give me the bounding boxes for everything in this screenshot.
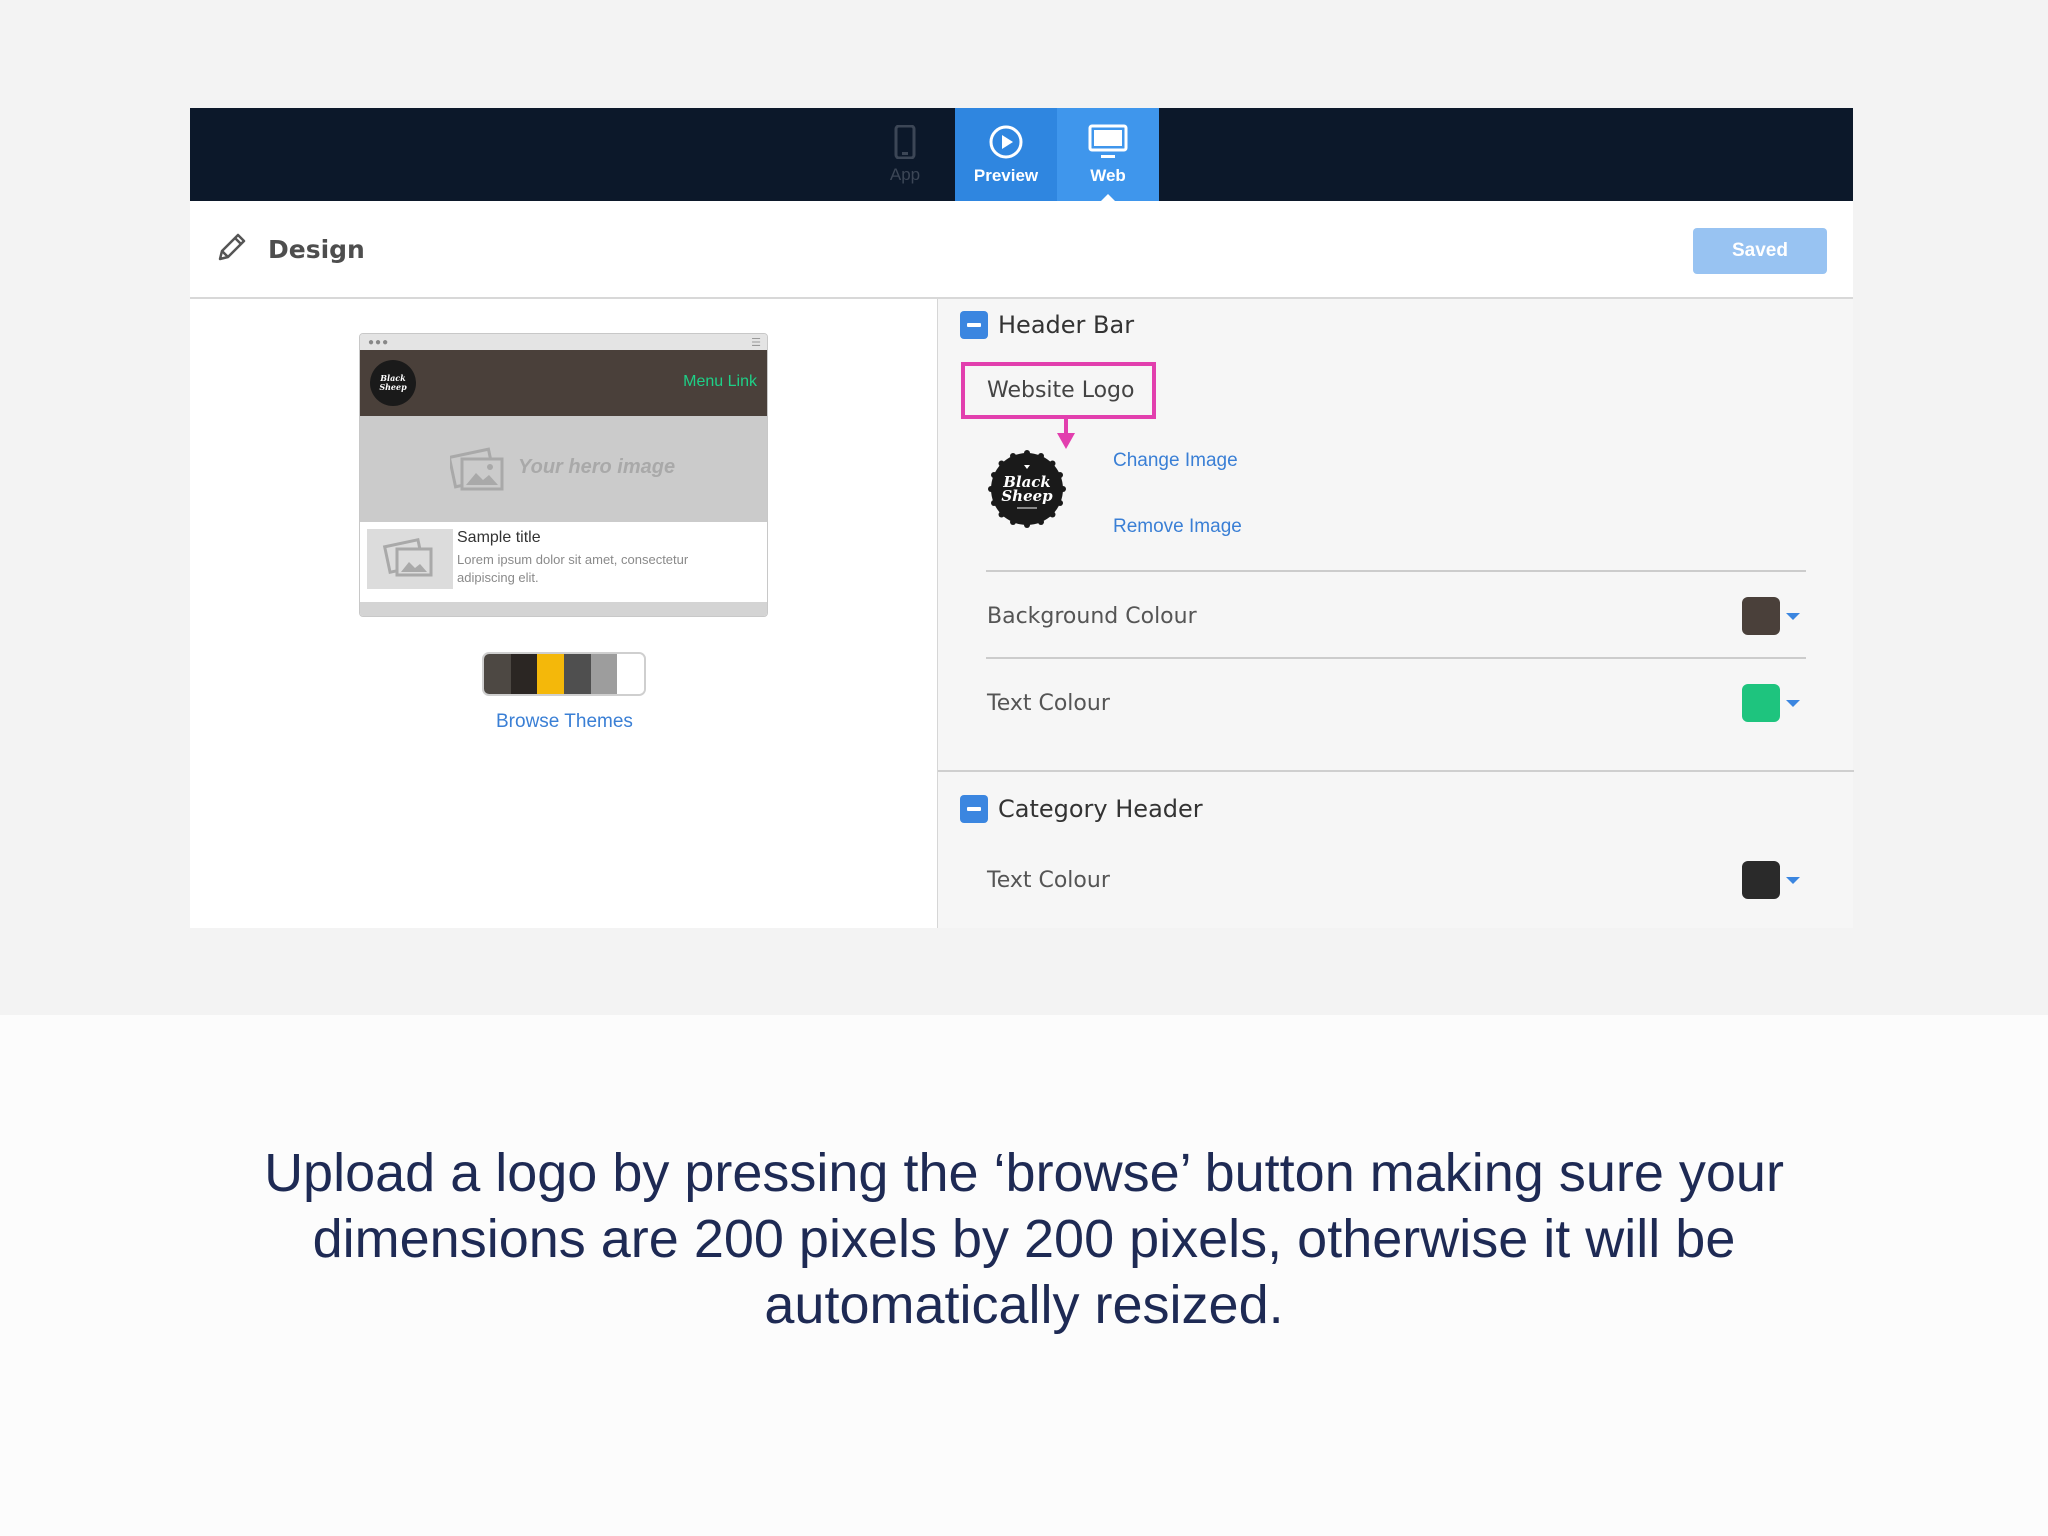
theme-color-stripe — [537, 654, 565, 694]
tab-app-label: App — [889, 164, 921, 184]
slide-caption: Upload a logo by pressing the ‘browse’ b… — [264, 1143, 1784, 1335]
saved-button[interactable]: Saved — [1693, 228, 1827, 274]
change-image-link[interactable]: Change Image — [1113, 450, 1238, 472]
pencil-icon — [218, 233, 246, 261]
website-logo-image: Black Sheep — [988, 450, 1066, 528]
text-colour-label: Text Colour — [987, 691, 1110, 716]
section-title: Header Bar — [998, 311, 1135, 339]
phone-icon — [894, 124, 916, 159]
text-colour-picker[interactable] — [1742, 684, 1804, 722]
caret-down-icon — [1786, 699, 1800, 707]
mock-hero-image: Your hero image — [360, 416, 767, 522]
mock-browser-chrome: ●●● ☰ — [360, 334, 767, 350]
tab-web-label: Web — [1090, 165, 1126, 185]
tab-preview-label: Preview — [973, 165, 1039, 185]
browse-themes-link[interactable]: Browse Themes — [496, 711, 633, 733]
divider — [986, 657, 1806, 659]
mock-content-card: Sample title Lorem ipsum dolor sit amet,… — [360, 522, 767, 602]
hero-placeholder-text: Your hero image — [518, 456, 676, 478]
colour-swatch — [1742, 861, 1780, 899]
hamburger-icon: ☰ — [751, 337, 761, 349]
monitor-icon — [1088, 124, 1128, 158]
arrow-down-icon — [1057, 419, 1075, 449]
background-colour-picker[interactable] — [1742, 597, 1804, 635]
caret-down-icon — [1786, 612, 1800, 620]
design-header: Design Saved — [190, 201, 1853, 299]
collapse-icon[interactable] — [960, 795, 988, 823]
remove-image-link[interactable]: Remove Image — [1113, 516, 1242, 538]
collapse-icon[interactable] — [960, 311, 988, 339]
colour-swatch — [1742, 684, 1780, 722]
image-placeholder-icon — [450, 447, 504, 491]
theme-color-stripe — [564, 654, 591, 694]
card-image-placeholder — [367, 529, 453, 589]
page-title: Design — [268, 235, 365, 264]
site-preview-mockup: ●●● ☰ Black Sheep Menu Link Your hero im… — [359, 333, 768, 617]
theme-color-stripe — [510, 654, 538, 694]
mode-toolbar: App Preview Web — [190, 108, 1853, 202]
colour-swatch — [1742, 597, 1780, 635]
mock-footer — [360, 602, 767, 616]
section-title: Category Header — [998, 795, 1203, 823]
image-placeholder-icon — [382, 537, 433, 577]
app-window: App Preview Web Design Saved ●●● ☰ Black… — [190, 108, 1854, 928]
preview-panel: ●●● ☰ Black Sheep Menu Link Your hero im… — [190, 299, 937, 928]
card-body: Lorem ipsum dolor sit amet, consectetur … — [457, 552, 689, 585]
theme-color-stripe — [590, 654, 618, 694]
theme-color-stripe — [484, 654, 511, 694]
website-logo-label: Website Logo — [961, 362, 1156, 419]
tab-preview[interactable]: Preview — [955, 108, 1057, 201]
theme-swatch[interactable] — [482, 652, 646, 696]
svg-text:Sheep: Sheep — [1001, 487, 1053, 505]
play-icon — [989, 125, 1023, 158]
mock-logo: Black Sheep — [370, 360, 416, 406]
background-colour-label: Background Colour — [987, 604, 1197, 629]
category-text-colour-label: Text Colour — [987, 868, 1110, 893]
section-header-bar[interactable]: Header Bar — [960, 311, 1134, 339]
mock-menu-link: Menu Link — [683, 373, 757, 390]
mock-header-bar: Black Sheep Menu Link — [360, 350, 767, 416]
settings-panel: Header Bar Website Logo Black Sheep Chan… — [937, 299, 1854, 928]
category-text-colour-picker[interactable] — [1742, 861, 1804, 899]
section-category-header[interactable]: Category Header — [960, 795, 1203, 823]
card-title: Sample title — [457, 529, 541, 546]
section-divider — [938, 770, 1854, 772]
tab-web[interactable]: Web — [1057, 108, 1159, 202]
theme-color-stripe — [617, 654, 644, 694]
divider — [986, 570, 1806, 572]
tab-app[interactable]: App — [855, 108, 955, 201]
caret-down-icon — [1786, 876, 1800, 884]
window-dots-icon: ●●● — [368, 337, 390, 348]
